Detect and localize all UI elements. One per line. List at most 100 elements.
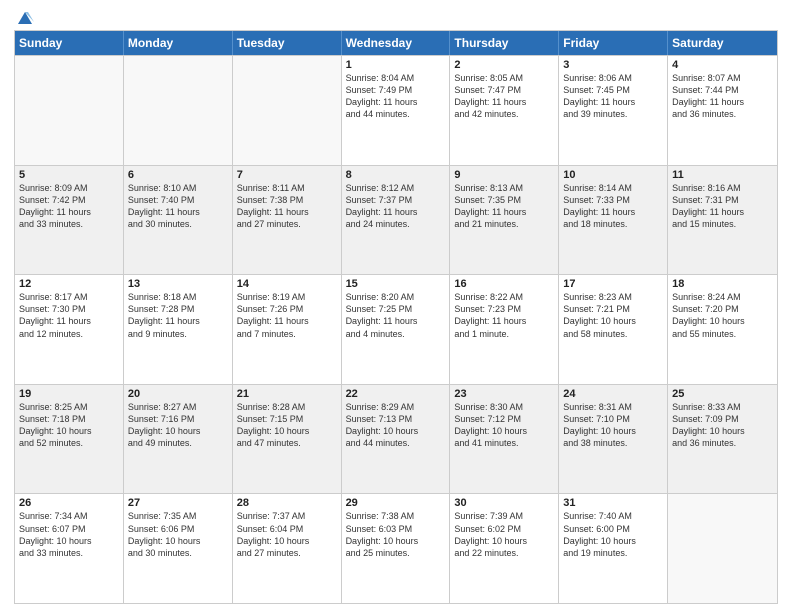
cell-day-12: 12Sunrise: 8:17 AM Sunset: 7:30 PM Dayli… xyxy=(15,275,124,384)
header-day-saturday: Saturday xyxy=(668,31,777,55)
day-number: 29 xyxy=(346,497,446,509)
cell-day-22: 22Sunrise: 8:29 AM Sunset: 7:13 PM Dayli… xyxy=(342,385,451,494)
day-number: 27 xyxy=(128,497,228,509)
cell-info: Sunrise: 8:18 AM Sunset: 7:28 PM Dayligh… xyxy=(128,291,228,340)
day-number: 11 xyxy=(672,169,773,181)
header-day-friday: Friday xyxy=(559,31,668,55)
cell-info: Sunrise: 8:31 AM Sunset: 7:10 PM Dayligh… xyxy=(563,401,663,450)
logo xyxy=(14,10,34,24)
day-number: 14 xyxy=(237,278,337,290)
day-number: 22 xyxy=(346,388,446,400)
cell-day-4: 4Sunrise: 8:07 AM Sunset: 7:44 PM Daylig… xyxy=(668,56,777,165)
cell-info: Sunrise: 8:23 AM Sunset: 7:21 PM Dayligh… xyxy=(563,291,663,340)
cell-info: Sunrise: 8:06 AM Sunset: 7:45 PM Dayligh… xyxy=(563,72,663,121)
cell-day-23: 23Sunrise: 8:30 AM Sunset: 7:12 PM Dayli… xyxy=(450,385,559,494)
cell-day-13: 13Sunrise: 8:18 AM Sunset: 7:28 PM Dayli… xyxy=(124,275,233,384)
calendar-row-2: 12Sunrise: 8:17 AM Sunset: 7:30 PM Dayli… xyxy=(15,274,777,384)
cell-info: Sunrise: 8:04 AM Sunset: 7:49 PM Dayligh… xyxy=(346,72,446,121)
cell-info: Sunrise: 8:09 AM Sunset: 7:42 PM Dayligh… xyxy=(19,182,119,231)
cell-day-8: 8Sunrise: 8:12 AM Sunset: 7:37 PM Daylig… xyxy=(342,166,451,275)
calendar-body: 1Sunrise: 8:04 AM Sunset: 7:49 PM Daylig… xyxy=(15,55,777,603)
cell-info: Sunrise: 8:10 AM Sunset: 7:40 PM Dayligh… xyxy=(128,182,228,231)
cell-day-11: 11Sunrise: 8:16 AM Sunset: 7:31 PM Dayli… xyxy=(668,166,777,275)
cell-day-9: 9Sunrise: 8:13 AM Sunset: 7:35 PM Daylig… xyxy=(450,166,559,275)
header-day-thursday: Thursday xyxy=(450,31,559,55)
day-number: 12 xyxy=(19,278,119,290)
cell-info: Sunrise: 8:22 AM Sunset: 7:23 PM Dayligh… xyxy=(454,291,554,340)
cell-info: Sunrise: 8:17 AM Sunset: 7:30 PM Dayligh… xyxy=(19,291,119,340)
calendar: SundayMondayTuesdayWednesdayThursdayFrid… xyxy=(14,30,778,604)
day-number: 7 xyxy=(237,169,337,181)
day-number: 4 xyxy=(672,59,773,71)
cell-day-15: 15Sunrise: 8:20 AM Sunset: 7:25 PM Dayli… xyxy=(342,275,451,384)
cell-day-21: 21Sunrise: 8:28 AM Sunset: 7:15 PM Dayli… xyxy=(233,385,342,494)
day-number: 2 xyxy=(454,59,554,71)
day-number: 31 xyxy=(563,497,663,509)
day-number: 30 xyxy=(454,497,554,509)
day-number: 20 xyxy=(128,388,228,400)
cell-info: Sunrise: 8:12 AM Sunset: 7:37 PM Dayligh… xyxy=(346,182,446,231)
cell-info: Sunrise: 7:34 AM Sunset: 6:07 PM Dayligh… xyxy=(19,510,119,559)
header xyxy=(14,10,778,24)
day-number: 24 xyxy=(563,388,663,400)
calendar-row-0: 1Sunrise: 8:04 AM Sunset: 7:49 PM Daylig… xyxy=(15,55,777,165)
cell-empty xyxy=(233,56,342,165)
calendar-row-4: 26Sunrise: 7:34 AM Sunset: 6:07 PM Dayli… xyxy=(15,493,777,603)
cell-info: Sunrise: 7:35 AM Sunset: 6:06 PM Dayligh… xyxy=(128,510,228,559)
cell-info: Sunrise: 7:38 AM Sunset: 6:03 PM Dayligh… xyxy=(346,510,446,559)
cell-info: Sunrise: 8:05 AM Sunset: 7:47 PM Dayligh… xyxy=(454,72,554,121)
day-number: 3 xyxy=(563,59,663,71)
day-number: 9 xyxy=(454,169,554,181)
day-number: 28 xyxy=(237,497,337,509)
cell-info: Sunrise: 7:37 AM Sunset: 6:04 PM Dayligh… xyxy=(237,510,337,559)
cell-day-25: 25Sunrise: 8:33 AM Sunset: 7:09 PM Dayli… xyxy=(668,385,777,494)
cell-day-27: 27Sunrise: 7:35 AM Sunset: 6:06 PM Dayli… xyxy=(124,494,233,603)
cell-info: Sunrise: 8:11 AM Sunset: 7:38 PM Dayligh… xyxy=(237,182,337,231)
day-number: 25 xyxy=(672,388,773,400)
cell-info: Sunrise: 8:27 AM Sunset: 7:16 PM Dayligh… xyxy=(128,401,228,450)
cell-day-3: 3Sunrise: 8:06 AM Sunset: 7:45 PM Daylig… xyxy=(559,56,668,165)
cell-info: Sunrise: 8:16 AM Sunset: 7:31 PM Dayligh… xyxy=(672,182,773,231)
day-number: 17 xyxy=(563,278,663,290)
day-number: 19 xyxy=(19,388,119,400)
cell-day-17: 17Sunrise: 8:23 AM Sunset: 7:21 PM Dayli… xyxy=(559,275,668,384)
cell-info: Sunrise: 8:14 AM Sunset: 7:33 PM Dayligh… xyxy=(563,182,663,231)
page: SundayMondayTuesdayWednesdayThursdayFrid… xyxy=(0,0,792,612)
cell-day-1: 1Sunrise: 8:04 AM Sunset: 7:49 PM Daylig… xyxy=(342,56,451,165)
cell-info: Sunrise: 8:20 AM Sunset: 7:25 PM Dayligh… xyxy=(346,291,446,340)
cell-info: Sunrise: 8:28 AM Sunset: 7:15 PM Dayligh… xyxy=(237,401,337,450)
cell-day-30: 30Sunrise: 7:39 AM Sunset: 6:02 PM Dayli… xyxy=(450,494,559,603)
calendar-row-3: 19Sunrise: 8:25 AM Sunset: 7:18 PM Dayli… xyxy=(15,384,777,494)
cell-day-31: 31Sunrise: 7:40 AM Sunset: 6:00 PM Dayli… xyxy=(559,494,668,603)
header-day-wednesday: Wednesday xyxy=(342,31,451,55)
day-number: 6 xyxy=(128,169,228,181)
cell-empty xyxy=(124,56,233,165)
cell-empty xyxy=(15,56,124,165)
day-number: 5 xyxy=(19,169,119,181)
day-number: 1 xyxy=(346,59,446,71)
header-day-tuesday: Tuesday xyxy=(233,31,342,55)
day-number: 15 xyxy=(346,278,446,290)
day-number: 10 xyxy=(563,169,663,181)
cell-info: Sunrise: 8:07 AM Sunset: 7:44 PM Dayligh… xyxy=(672,72,773,121)
cell-day-19: 19Sunrise: 8:25 AM Sunset: 7:18 PM Dayli… xyxy=(15,385,124,494)
day-number: 8 xyxy=(346,169,446,181)
cell-day-2: 2Sunrise: 8:05 AM Sunset: 7:47 PM Daylig… xyxy=(450,56,559,165)
cell-day-18: 18Sunrise: 8:24 AM Sunset: 7:20 PM Dayli… xyxy=(668,275,777,384)
day-number: 21 xyxy=(237,388,337,400)
cell-day-5: 5Sunrise: 8:09 AM Sunset: 7:42 PM Daylig… xyxy=(15,166,124,275)
cell-day-24: 24Sunrise: 8:31 AM Sunset: 7:10 PM Dayli… xyxy=(559,385,668,494)
cell-info: Sunrise: 8:13 AM Sunset: 7:35 PM Dayligh… xyxy=(454,182,554,231)
cell-day-29: 29Sunrise: 7:38 AM Sunset: 6:03 PM Dayli… xyxy=(342,494,451,603)
day-number: 23 xyxy=(454,388,554,400)
cell-info: Sunrise: 8:24 AM Sunset: 7:20 PM Dayligh… xyxy=(672,291,773,340)
day-number: 26 xyxy=(19,497,119,509)
header-day-monday: Monday xyxy=(124,31,233,55)
cell-day-14: 14Sunrise: 8:19 AM Sunset: 7:26 PM Dayli… xyxy=(233,275,342,384)
day-number: 13 xyxy=(128,278,228,290)
cell-day-7: 7Sunrise: 8:11 AM Sunset: 7:38 PM Daylig… xyxy=(233,166,342,275)
cell-info: Sunrise: 8:33 AM Sunset: 7:09 PM Dayligh… xyxy=(672,401,773,450)
cell-day-10: 10Sunrise: 8:14 AM Sunset: 7:33 PM Dayli… xyxy=(559,166,668,275)
calendar-row-1: 5Sunrise: 8:09 AM Sunset: 7:42 PM Daylig… xyxy=(15,165,777,275)
day-number: 18 xyxy=(672,278,773,290)
